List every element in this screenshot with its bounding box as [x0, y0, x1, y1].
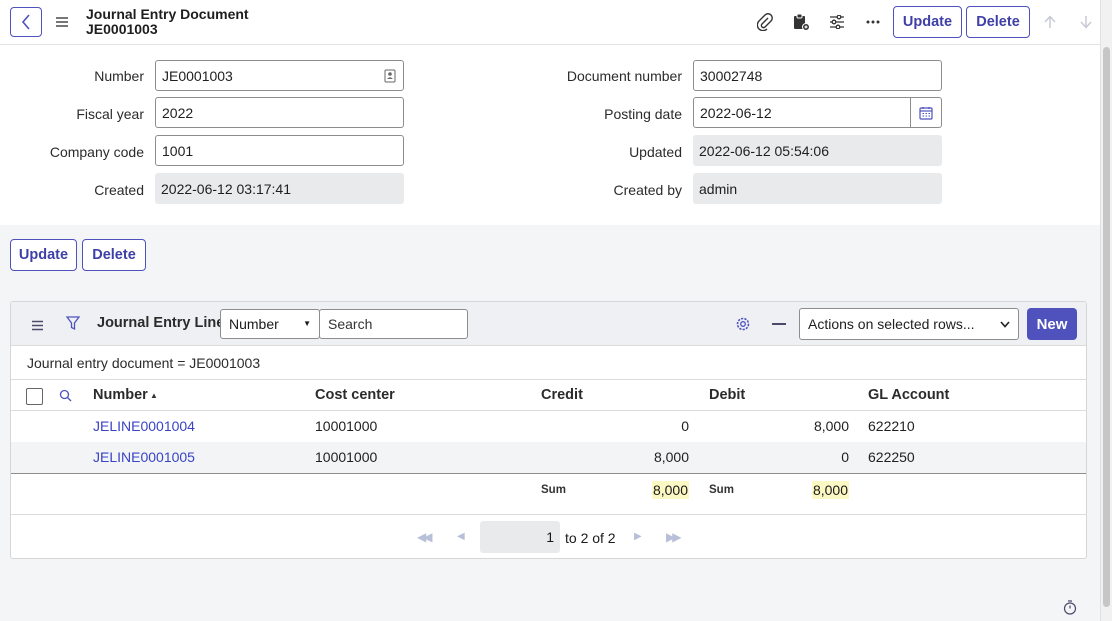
company-code-field[interactable]: 1001 [155, 135, 404, 166]
document-number-field[interactable]: 30002748 [693, 60, 942, 91]
posting-date-field[interactable]: 2022-06-12 [693, 97, 911, 128]
sliders-icon[interactable] [827, 12, 847, 32]
row-credit: 0 [681, 418, 689, 434]
new-button[interactable]: New [1027, 308, 1077, 340]
posting-date-value: 2022-06-12 [700, 104, 772, 121]
record-number: JE0001003 [86, 21, 158, 37]
last-page-icon[interactable]: ▶▶ [666, 530, 682, 544]
created-field: 2022-06-12 03:17:41 [155, 173, 404, 204]
next-page-icon[interactable]: ▶ [634, 531, 642, 542]
page-title: Journal Entry Document [86, 6, 249, 22]
actions-select[interactable]: Actions on selected rows... [799, 308, 1019, 340]
fiscal-year-label: Fiscal year [76, 106, 144, 122]
fiscal-year-field[interactable]: 2022 [155, 97, 404, 128]
arrow-up-icon[interactable] [1040, 12, 1060, 32]
created-by-field: admin [693, 173, 942, 204]
company-code-label: Company code [49, 144, 144, 160]
chevron-down-icon [1000, 321, 1010, 328]
more-icon[interactable] [863, 12, 883, 32]
first-page-icon[interactable]: ◀◀ [417, 530, 433, 544]
row-gl-account: 622210 [868, 418, 915, 434]
search-placeholder: Search [328, 316, 373, 332]
column-credit[interactable]: Credit [541, 387, 583, 403]
back-button[interactable] [10, 7, 42, 37]
updated-value: 2022-06-12 05:54:06 [699, 142, 829, 159]
scrollbar-thumb[interactable] [1103, 47, 1110, 607]
column-number[interactable]: Number [93, 387, 148, 403]
calendar-icon [919, 106, 933, 120]
column-debit[interactable]: Debit [709, 387, 745, 403]
row-debit: 8,000 [813, 418, 849, 434]
fiscal-year-value: 2022 [162, 104, 194, 121]
pagination: ◀◀ ◀ 1 to 2 of 2 ▶ ▶▶ [11, 514, 1086, 558]
contact-card-icon[interactable] [384, 69, 396, 83]
company-code-value: 1001 [162, 142, 194, 159]
credit-sum-label: Sum [541, 484, 566, 496]
document-number-value: 30002748 [700, 67, 763, 84]
hamburger-icon[interactable] [55, 15, 69, 31]
row-number-link[interactable]: JELINE0001004 [93, 418, 195, 434]
row-debit: 0 [841, 449, 849, 465]
table-row[interactable]: JELINE0001005 10001000 8,000 0 622250 [11, 442, 1086, 473]
actions-selected: Actions on selected rows... [808, 316, 975, 332]
row-cost-center: 10001000 [315, 449, 378, 465]
sum-divider [11, 473, 1086, 474]
row-credit: 8,000 [653, 449, 689, 465]
row-cost-center: 10001000 [315, 418, 378, 434]
paperclip-icon[interactable] [755, 12, 775, 32]
journal-entry-lines-list: Journal Entry Lines Number ▼ Search Acti… [10, 301, 1087, 559]
updated-field: 2022-06-12 05:54:06 [693, 135, 942, 166]
created-label: Created [94, 182, 144, 198]
search-input[interactable]: Search [319, 309, 468, 339]
row-gl-account: 622250 [868, 449, 915, 465]
list-toolbar: Journal Entry Lines Number ▼ Search Acti… [11, 302, 1086, 346]
row-number-link[interactable]: JELINE0001005 [93, 449, 195, 465]
filter-icon[interactable] [65, 316, 81, 334]
debit-sum-value: 8,000 [811, 481, 849, 499]
sort-asc-icon[interactable]: ▲ [150, 391, 158, 400]
back-arrow-icon [21, 14, 30, 30]
record-form: Number JE0001003 Fiscal year 2022 Compan… [0, 45, 1100, 225]
posting-date-label: Posting date [604, 106, 682, 122]
search-icon[interactable] [59, 389, 72, 405]
filter-breadcrumb[interactable]: Journal entry document = JE0001003 [27, 355, 260, 371]
table-row[interactable]: JELINE0001004 10001000 0 8,000 622210 [11, 411, 1086, 442]
update-button[interactable]: Update [893, 6, 962, 38]
clipboard-icon[interactable] [791, 12, 811, 32]
document-number-label: Document number [566, 68, 682, 84]
debit-sum-label: Sum [709, 484, 734, 496]
dropdown-caret-icon: ▼ [303, 319, 311, 328]
number-field[interactable]: JE0001003 [155, 60, 404, 91]
prev-page-icon[interactable]: ◀ [457, 531, 465, 542]
table-header: Number ▲ Cost center Credit Debit GL Acc… [11, 379, 1086, 411]
search-field-selected: Number [229, 316, 279, 332]
form-header: Journal Entry Document JE0001003 Update … [0, 0, 1100, 45]
created-by-value: admin [699, 180, 738, 197]
search-field-select[interactable]: Number ▼ [220, 309, 320, 339]
stopwatch-icon[interactable] [1063, 600, 1077, 618]
form-update-button[interactable]: Update [10, 239, 77, 271]
gear-icon[interactable] [735, 316, 751, 335]
number-label: Number [94, 68, 144, 84]
list-title: Journal Entry Lines [97, 315, 233, 331]
list-menu-icon[interactable] [31, 318, 44, 334]
created-value: 2022-06-12 03:17:41 [161, 180, 291, 197]
arrow-down-icon[interactable] [1076, 12, 1096, 32]
created-by-label: Created by [613, 182, 682, 198]
number-value: JE0001003 [162, 67, 233, 84]
record-title: Journal Entry Document JE0001003 [86, 7, 249, 37]
column-cost-center[interactable]: Cost center [315, 387, 395, 403]
page-number-input[interactable]: 1 [480, 521, 560, 553]
calendar-button[interactable] [910, 97, 942, 128]
select-all-checkbox[interactable] [26, 388, 43, 405]
delete-button[interactable]: Delete [966, 6, 1030, 38]
minus-icon[interactable] [772, 323, 786, 325]
form-delete-button[interactable]: Delete [82, 239, 146, 271]
page-scrollbar[interactable] [1100, 0, 1112, 621]
column-gl-account[interactable]: GL Account [868, 387, 949, 403]
page-range-text: to 2 of 2 [565, 530, 616, 546]
credit-sum-value: 8,000 [651, 481, 689, 499]
updated-label: Updated [629, 144, 682, 160]
